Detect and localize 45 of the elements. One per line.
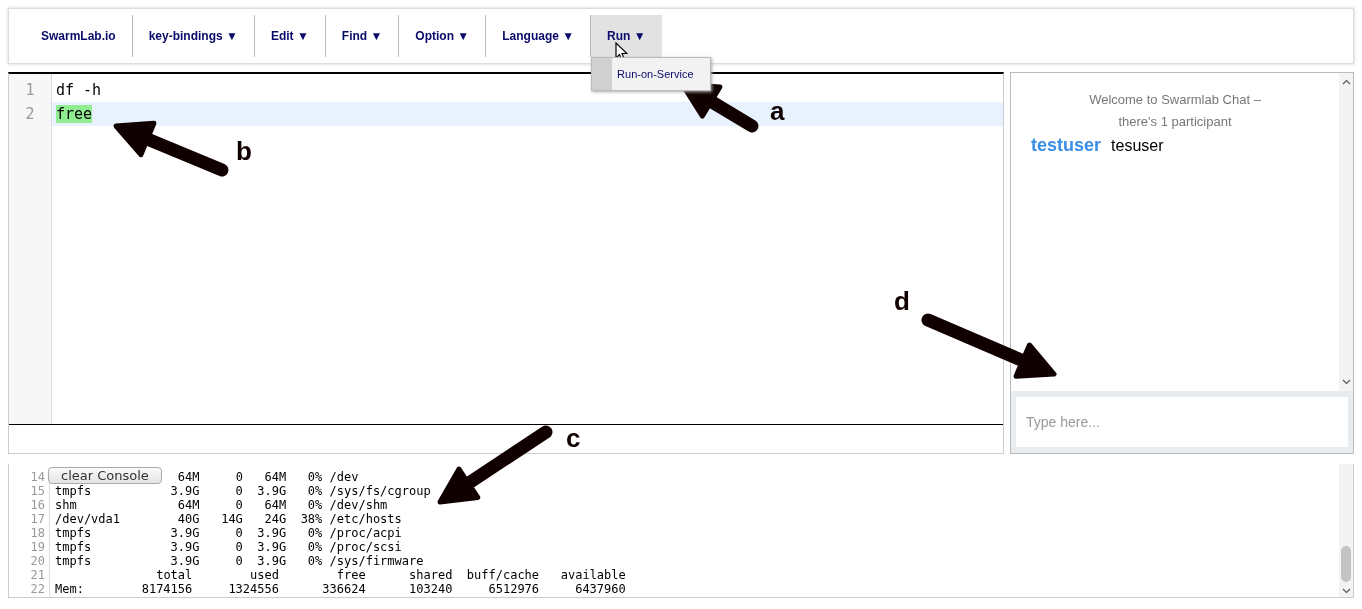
line-number: 14 — [29, 470, 46, 484]
annotation-label: a — [770, 98, 785, 124]
console-line: /dev/vda1 40G 14G 24G 38% /etc/hosts — [55, 512, 402, 526]
line-number: 17 — [29, 512, 46, 526]
menu-item[interactable]: key-bindings ▼ — [132, 15, 254, 57]
line-number: 15 — [29, 484, 46, 498]
scrollbar[interactable] — [1339, 464, 1353, 597]
line-number: 16 — [29, 498, 46, 512]
console-line: Mem: 8174156 1324556 336624 103240 6512976 6437960 — [55, 582, 626, 596]
console-line: shm 64M 0 64M 0% /dev/shm — [55, 498, 388, 512]
chat-username: testuser — [1031, 135, 1102, 155]
code-line: df -h — [56, 81, 102, 99]
line-number: 18 — [29, 526, 46, 540]
menu-item[interactable]: Language ▼ — [486, 15, 591, 57]
console-line: tmpfs 3.9G 0 3.9G 0% /proc/scsi — [55, 540, 402, 554]
annotation-label: b — [236, 138, 252, 164]
welcome-text: Welcome to Swarmlab Chat – — [1088, 91, 1262, 109]
line-number: 19 — [29, 540, 46, 554]
scroll-up-icon[interactable] — [1341, 79, 1351, 85]
menu-item[interactable]: Edit ▼ — [254, 15, 325, 57]
menu-item[interactable]: Find ▼ — [325, 15, 399, 57]
scrollbar[interactable] — [1339, 73, 1353, 391]
menu-item[interactable]: SwarmLab.io — [25, 15, 132, 57]
line-number: 20 — [29, 554, 46, 568]
participants-text: there's 1 participant — [1117, 113, 1233, 131]
line-number: 21 — [29, 568, 46, 582]
scroll-down-icon[interactable] — [1341, 379, 1351, 385]
menu-gutter — [592, 58, 613, 90]
annotation-label: c — [566, 425, 581, 451]
line-number: 1 — [24, 80, 36, 101]
console-line: tmpfs 3.9G 0 3.9G 0% /sys/fs/cgroup — [55, 484, 431, 498]
menu-item[interactable]: Run ▼ — [591, 15, 662, 57]
console-line: tmpfs 3.9G 0 3.9G 0% /proc/acpi — [55, 526, 402, 540]
clear-console-button[interactable]: clear Console — [48, 467, 162, 484]
annotation-label: d — [894, 288, 910, 314]
console-line: 64M 0 64M 0% /dev — [177, 470, 359, 484]
chat-input[interactable]: Type here... — [1016, 397, 1348, 447]
menu-item[interactable]: Option ▼ — [399, 15, 486, 57]
scroll-thumb[interactable] — [1341, 546, 1351, 582]
console-line: tmpfs 3.9G 0 3.9G 0% /sys/firmware — [55, 554, 424, 568]
line-number: 22 — [29, 582, 46, 596]
scroll-down-icon[interactable] — [1341, 588, 1351, 594]
console-line: total used free shared buff/cache available — [156, 568, 626, 582]
chat-message: tesuser — [1111, 137, 1164, 154]
line-number: 2 — [24, 104, 36, 125]
